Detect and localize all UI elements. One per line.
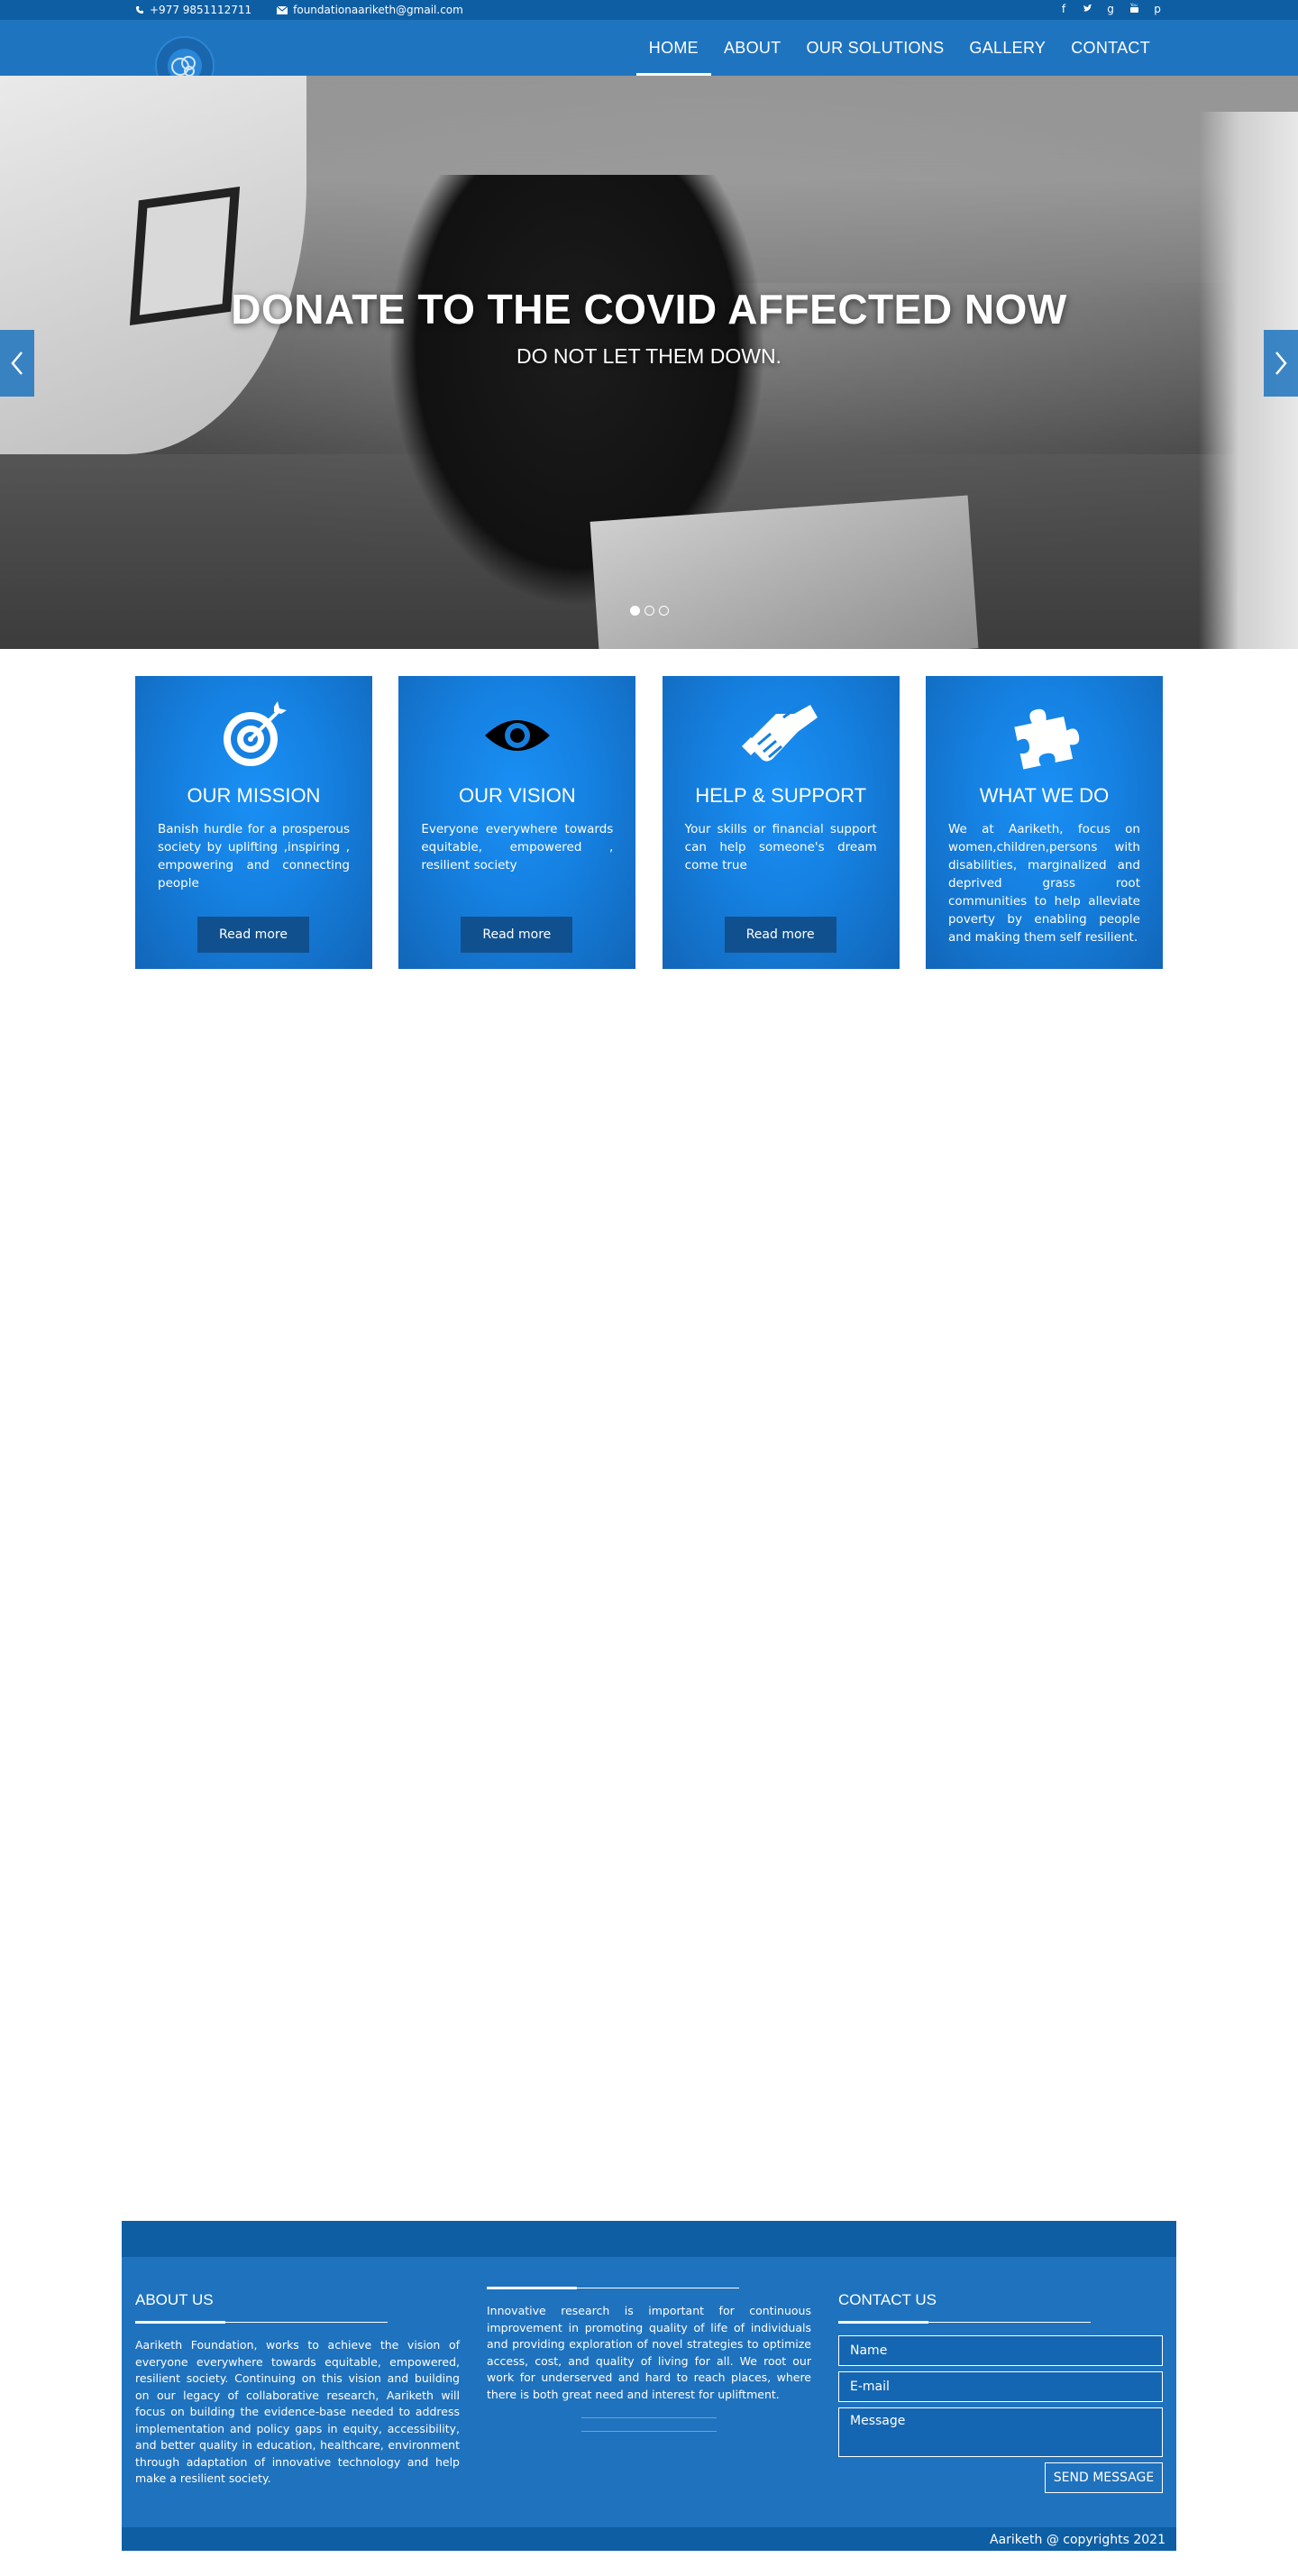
footer-about-text: Aariketh Foundation, works to achieve th… (135, 2338, 460, 2485)
card-title: WHAT WE DO (979, 784, 1110, 807)
youtube-icon[interactable]: You (1129, 3, 1139, 15)
footer-contact-title: CONTACT US (838, 2291, 937, 2308)
hero-supply-box-image (590, 495, 979, 649)
card-text: Banish hurdle for a prosperous society b… (158, 822, 350, 891)
email-field[interactable]: E-mail (838, 2371, 1163, 2402)
hero-subtitle: DO NOT LET THEM DOWN. (516, 344, 782, 368)
eye-icon (398, 699, 635, 772)
chevron-right-icon (1275, 352, 1287, 375)
divider (838, 2321, 1091, 2324)
read-more-button[interactable]: Read more (461, 917, 573, 953)
message-field[interactable]: Message (838, 2407, 1163, 2457)
twitter-icon[interactable] (1082, 3, 1092, 15)
hero-title: DONATE TO THE COVID AFFECTED NOW (231, 286, 1067, 333)
footer-top-band (122, 2221, 1176, 2257)
puzzle-icon (926, 699, 1163, 772)
footer-about-title: ABOUT US (135, 2291, 214, 2308)
facebook-icon[interactable]: f (1058, 3, 1069, 15)
nav-gallery[interactable]: GALLERY (956, 20, 1058, 76)
target-icon (135, 699, 372, 772)
svg-text:You: You (1129, 3, 1138, 8)
social-links: f g You p (1058, 3, 1163, 15)
slider-dot-2[interactable] (644, 606, 654, 616)
footer-research: Innovative research is important for con… (487, 2287, 811, 2432)
top-contact: +977 9851112711 foundationaariketh@gmail… (135, 4, 463, 16)
divider (581, 2431, 717, 2432)
slider-dots (0, 606, 1298, 616)
handshake-icon (663, 699, 900, 772)
phone-text: +977 9851112711 (150, 4, 252, 16)
nav-about[interactable]: ABOUT (711, 20, 794, 76)
chevron-left-icon (11, 352, 23, 375)
card-our-vision: OUR VISION Everyone everywhere towards e… (398, 676, 636, 969)
email-text: foundationaariketh@gmail.com (293, 4, 463, 16)
google-plus-icon[interactable]: g (1105, 3, 1116, 15)
main-navbar: HOME ABOUT OUR SOLUTIONS GALLERY CONTACT (0, 20, 1298, 96)
slider-prev-button[interactable] (0, 330, 34, 397)
pinterest-icon[interactable]: p (1152, 3, 1163, 15)
footer-about: ABOUT US Aariketh Foundation, works to a… (135, 2291, 460, 2488)
footer-research-text: Innovative research is important for con… (487, 2304, 811, 2401)
main-menu: HOME ABOUT OUR SOLUTIONS GALLERY CONTACT (635, 20, 1163, 76)
card-what-we-do: WHAT WE DO We at Aariketh, focus on wome… (925, 676, 1163, 969)
name-field[interactable]: Name (838, 2335, 1163, 2366)
read-more-button[interactable]: Read more (197, 917, 309, 953)
nav-home[interactable]: HOME (635, 20, 712, 76)
card-text: Your skills or financial support can hel… (684, 822, 877, 872)
nav-contact[interactable]: CONTACT (1058, 20, 1163, 76)
card-text: Everyone everywhere towards equitable, e… (421, 822, 614, 872)
slider-dot-3[interactable] (658, 606, 669, 616)
nav-our-solutions[interactable]: OUR SOLUTIONS (793, 20, 956, 76)
card-title: HELP & SUPPORT (695, 784, 867, 807)
card-text: We at Aariketh, focus on women,children,… (947, 822, 1140, 945)
slider-dot-1[interactable] (629, 606, 640, 616)
read-more-button[interactable]: Read more (724, 917, 836, 953)
send-message-button[interactable]: SEND MESSAGE (1045, 2462, 1163, 2493)
phone-icon (136, 6, 143, 14)
card-title: OUR VISION (459, 784, 576, 807)
email-contact[interactable]: foundationaariketh@gmail.com (277, 4, 463, 16)
envelope-icon (277, 5, 288, 14)
footer-contact: CONTACT US Name E-mail Message SEND MESS… (838, 2291, 1163, 2493)
feature-cards: OUR MISSION Banish hurdle for a prospero… (135, 676, 1163, 969)
copyright-text: Aariketh @ copyrights 2021 (990, 2533, 1165, 2547)
divider (581, 2417, 717, 2418)
phone-contact[interactable]: +977 9851112711 (135, 4, 251, 16)
divider (135, 2321, 388, 2324)
hero-slider: DONATE TO THE COVID AFFECTED NOW DO NOT … (0, 76, 1298, 649)
card-title: OUR MISSION (187, 784, 321, 807)
card-our-mission: OUR MISSION Banish hurdle for a prospero… (135, 676, 372, 969)
card-help-support: HELP & SUPPORT Your skills or financial … (662, 676, 900, 969)
footer-bottom-bar: Aariketh @ copyrights 2021 (122, 2527, 1176, 2551)
top-bar: +977 9851112711 foundationaariketh@gmail… (0, 0, 1298, 20)
slider-next-button[interactable] (1264, 330, 1298, 397)
site-footer: ABOUT US Aariketh Foundation, works to a… (122, 2221, 1176, 2551)
